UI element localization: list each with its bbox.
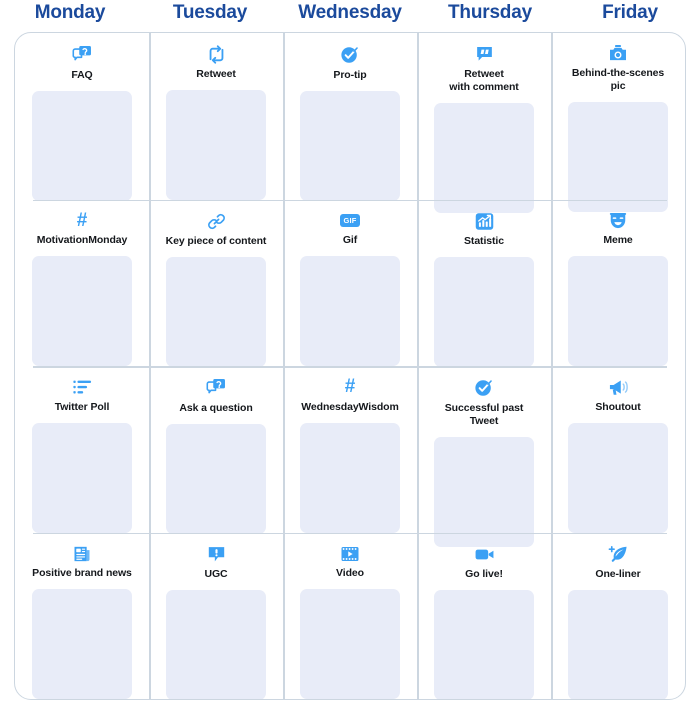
calendar-cell-label: Successful past Tweet bbox=[444, 402, 524, 427]
speech-bubble-question-icon bbox=[71, 44, 93, 66]
newspaper-icon bbox=[72, 544, 92, 565]
calendar-cell-label: Behind-the-scenes pic bbox=[571, 67, 665, 92]
calendar-cell[interactable]: Retweet with comment bbox=[417, 33, 551, 213]
content-placeholder-box[interactable] bbox=[434, 437, 534, 547]
calendar-cell-label: Positive brand news bbox=[32, 567, 132, 579]
calendar-cell[interactable]: # MotivationMonday bbox=[15, 200, 149, 366]
calendar-cell-label: Retweet with comment bbox=[449, 68, 519, 93]
calendar-cell[interactable]: Ask a question bbox=[149, 366, 283, 534]
chart-growth-icon bbox=[474, 211, 495, 232]
speech-bubble-question-icon bbox=[205, 377, 227, 399]
gif-badge-icon: GIF bbox=[340, 211, 360, 232]
content-placeholder-box[interactable] bbox=[300, 589, 400, 699]
calendar-row: Twitter Poll Ask a question # WednesdayWisd… bbox=[15, 366, 685, 547]
day-header-row: Monday Tuesday Wednesday Thursday Friday bbox=[0, 0, 700, 30]
calendar-cell[interactable]: GIF Gif bbox=[283, 199, 417, 366]
calendar-cell[interactable]: Behind-the-scenes pic bbox=[551, 33, 685, 212]
calendar-row: # MotivationMonday Key piece of content GIF… bbox=[15, 199, 685, 367]
calendar-cell[interactable]: One-liner bbox=[551, 532, 685, 699]
calendar-cell-label: Video bbox=[336, 567, 364, 579]
content-placeholder-box[interactable] bbox=[434, 589, 534, 699]
calendar-cell-label: MotivationMonday bbox=[36, 234, 128, 246]
calendar-cell-label: Ask a question bbox=[179, 402, 253, 414]
content-placeholder-box[interactable] bbox=[300, 256, 400, 366]
retweet-icon bbox=[206, 44, 227, 65]
day-header-tuesday: Tuesday bbox=[172, 2, 248, 23]
content-placeholder-box[interactable] bbox=[434, 103, 534, 213]
content-placeholder-box[interactable] bbox=[32, 256, 132, 366]
content-placeholder-box[interactable] bbox=[300, 91, 400, 201]
calendar-grid: FAQ Retweet Pro-tip Retweet with comment Behi… bbox=[15, 33, 685, 699]
quote-bubble-icon bbox=[474, 44, 495, 65]
calendar-cell[interactable]: Twitter Poll bbox=[15, 366, 149, 533]
calendar-cell-label: UGC bbox=[204, 567, 228, 580]
calendar-cell[interactable]: Go live! bbox=[417, 532, 551, 699]
content-placeholder-box[interactable] bbox=[568, 589, 668, 699]
verified-check-badge-icon bbox=[339, 44, 361, 66]
speech-bubble-exclamation-icon bbox=[206, 544, 227, 565]
day-header-monday: Monday bbox=[34, 2, 106, 23]
calendar-row: Positive brand news UGC Video Go live! One-l… bbox=[15, 532, 685, 699]
content-placeholder-box[interactable] bbox=[166, 424, 266, 534]
calendar-cell-label: Key piece of content bbox=[165, 234, 267, 247]
quill-plus-icon bbox=[608, 544, 629, 565]
content-placeholder-box[interactable] bbox=[32, 423, 132, 533]
content-placeholder-box[interactable] bbox=[166, 90, 266, 200]
calendar-cell[interactable]: UGC bbox=[149, 532, 283, 699]
link-chain-icon bbox=[206, 211, 227, 232]
hashtag-icon: # bbox=[344, 376, 356, 398]
calendar-cell-label: Retweet bbox=[196, 68, 236, 80]
calendar-cell[interactable]: Positive brand news bbox=[15, 533, 149, 699]
content-placeholder-box[interactable] bbox=[300, 422, 400, 533]
calendar-cell-label: Pro-tip bbox=[333, 69, 367, 81]
day-header-friday: Friday bbox=[602, 2, 658, 23]
content-placeholder-box[interactable] bbox=[568, 102, 668, 212]
calendar-cell[interactable]: Statistic bbox=[417, 199, 551, 367]
calendar-cell[interactable]: Retweet bbox=[149, 33, 283, 200]
calendar-cell[interactable]: Shoutout bbox=[551, 366, 685, 533]
calendar-cell[interactable]: Key piece of content bbox=[149, 199, 283, 367]
poll-list-icon bbox=[72, 377, 93, 398]
film-strip-play-icon bbox=[340, 544, 360, 565]
calendar-cell-label: WednesdayWisdom bbox=[301, 400, 399, 413]
content-placeholder-box[interactable] bbox=[166, 589, 266, 699]
content-placeholder-box[interactable] bbox=[32, 91, 132, 201]
calendar-row: FAQ Retweet Pro-tip Retweet with comment Behi… bbox=[15, 33, 685, 213]
content-placeholder-box[interactable] bbox=[166, 256, 266, 367]
calendar-cell-label: Gif bbox=[342, 234, 358, 246]
content-calendar-page: Monday Tuesday Wednesday Thursday Friday… bbox=[0, 0, 700, 712]
day-header-wednesday: Wednesday bbox=[298, 2, 402, 23]
megaphone-icon bbox=[608, 377, 629, 398]
calendar-card: FAQ Retweet Pro-tip Retweet with comment Behi… bbox=[14, 32, 686, 700]
theater-mask-icon bbox=[608, 211, 628, 232]
content-placeholder-box[interactable] bbox=[32, 589, 132, 699]
calendar-cell-label: One-liner bbox=[595, 567, 641, 580]
calendar-cell[interactable]: # WednesdayWisdom bbox=[283, 366, 417, 533]
day-header-thursday: Thursday bbox=[448, 2, 532, 23]
calendar-cell[interactable]: Meme bbox=[551, 199, 685, 366]
calendar-cell-label: FAQ bbox=[71, 69, 93, 81]
calendar-cell-label: Shoutout bbox=[595, 401, 641, 413]
content-placeholder-box[interactable] bbox=[568, 256, 668, 366]
calendar-cell[interactable]: Successful past Tweet bbox=[417, 366, 551, 547]
calendar-cell[interactable]: FAQ bbox=[15, 33, 149, 201]
camera-icon bbox=[608, 44, 628, 64]
video-camera-icon bbox=[474, 544, 495, 565]
content-placeholder-box[interactable] bbox=[434, 256, 534, 367]
calendar-cell-label: Twitter Poll bbox=[54, 401, 110, 413]
content-placeholder-box[interactable] bbox=[568, 423, 668, 533]
verified-check-badge-icon bbox=[473, 377, 495, 399]
calendar-cell[interactable]: Pro-tip bbox=[283, 33, 417, 201]
calendar-cell-label: Statistic bbox=[464, 234, 504, 247]
calendar-cell-label: Meme bbox=[603, 234, 633, 246]
calendar-cell-label: Go live! bbox=[465, 567, 503, 580]
hashtag-icon: # bbox=[76, 209, 88, 231]
calendar-cell[interactable]: Video bbox=[283, 532, 417, 699]
